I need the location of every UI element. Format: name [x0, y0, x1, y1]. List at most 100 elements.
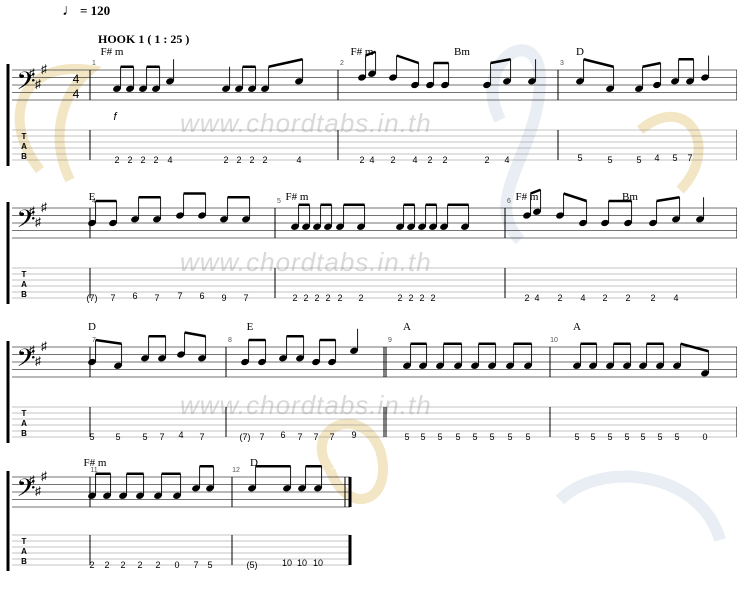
tab-fret-number: 2 — [236, 155, 241, 165]
tab-fret-number: 2 — [153, 155, 158, 165]
tab-fret-number: 4 — [296, 155, 301, 165]
measure-4: 4(7) 7 6 7 7 6 9 7 — [87, 192, 251, 303]
tab-clef-letter: B — [21, 557, 27, 566]
tab-fret-number: 2 — [137, 560, 142, 570]
tab-fret-number: 2 — [155, 560, 160, 570]
chord-name: D — [250, 457, 258, 469]
tab-fret-number: 5 — [657, 432, 662, 442]
tab-fret-number: 2 — [127, 155, 132, 165]
tab-fret-number: 5 — [115, 432, 120, 442]
chord-name: D — [576, 46, 584, 58]
note-beam — [656, 196, 680, 203]
measure-number: 10 — [550, 337, 558, 344]
measure-number: 12 — [232, 467, 240, 474]
tab-fret-number: 9 — [351, 430, 356, 440]
tab-fret-number: 2 — [325, 293, 330, 303]
tab-fret-number: 2 — [249, 155, 254, 165]
tab-fret-number: 5 — [590, 432, 595, 442]
tab-fret-number: 5 — [507, 432, 512, 442]
tab-fret-number: 2 — [223, 155, 228, 165]
tab-fret-number: 2 — [314, 293, 319, 303]
chord-name: A — [403, 321, 411, 333]
measure-10: 10 5 5 5 5 5 5 5 0 — [550, 337, 710, 442]
measure-11: 112 2 2 2 2 0 7 5 — [88, 465, 215, 570]
tab-clef-letter: T — [22, 537, 27, 546]
tab-fret-number: 5 — [624, 432, 629, 442]
watermark-swirl — [555, 470, 726, 542]
tab-fret-number: 2 — [524, 293, 529, 303]
note-beam — [563, 192, 587, 203]
tab-fret-number: 2 — [557, 293, 562, 303]
tab-clef-letter: T — [22, 132, 27, 141]
system-4: 𝄢♯♯♯TAB112 2 2 2 2 0 7 512(5) 10 10 10 — [6, 465, 352, 571]
tab-fret-number: 7 — [159, 432, 164, 442]
tab-fret-number: 7 — [297, 432, 302, 442]
tab-fret-number: 2 — [408, 293, 413, 303]
tab-fret-number: 7 — [243, 293, 248, 303]
tab-fret-number: 6 — [199, 291, 204, 301]
tab-clef-letter: A — [21, 280, 27, 289]
tab-fret-number: 6 — [280, 430, 285, 440]
chord-name: D — [88, 321, 96, 333]
chord-names: F# m F# m Bm D E F# m F# m Bm D E A A F# m D — [84, 46, 639, 469]
measure-number: 5 — [277, 198, 281, 205]
tab-clef-letter: B — [21, 152, 27, 161]
tab-fret-number: (7) — [87, 293, 98, 303]
tab-fret-number: 7 — [313, 432, 318, 442]
tab-fret-number: 7 — [687, 153, 692, 163]
key-sharp-icon: ♯ — [41, 469, 47, 483]
tab-fret-number: 7 — [154, 293, 159, 303]
tab-fret-number: 0 — [174, 560, 179, 570]
note-beam — [642, 61, 661, 68]
measure-12: 12 (5) 10 10 10 — [232, 465, 323, 570]
measure-number: 1 — [92, 60, 96, 67]
tab-clef-letter: B — [21, 429, 27, 438]
tab-fret-number: 2 — [262, 155, 267, 165]
tab-fret-number: 5 — [640, 432, 645, 442]
tab-fret-number: 2 — [390, 155, 395, 165]
measure-number: 8 — [228, 337, 232, 344]
tab-fret-number: 2 — [430, 293, 435, 303]
key-sharp-icon: ♯ — [41, 62, 47, 76]
measure-5: 52 2 2 2 2 2 2 2 2 2 — [277, 198, 470, 303]
tab-fret-number: (5) — [247, 560, 258, 570]
tab-fret-number: 2 — [140, 155, 145, 165]
tab-clef-letter: T — [22, 270, 27, 279]
key-sharp-icon: ♯ — [35, 215, 41, 229]
tab-fret-number: 4 — [369, 155, 374, 165]
tab-fret-number: 5 — [525, 432, 530, 442]
tab-fret-number: 2 — [120, 560, 125, 570]
tab-fret-number: 5 — [437, 432, 442, 442]
chord-name: F# m — [101, 46, 124, 58]
tab-fret-number: 7 — [193, 560, 198, 570]
note-beam — [396, 54, 420, 65]
tab-fret-number: 6 — [132, 291, 137, 301]
tab-clef-letter: A — [21, 547, 27, 556]
tab-fret-number: 2 — [114, 155, 119, 165]
note-beam — [583, 58, 614, 68]
tab-fret-number: 5 — [636, 155, 641, 165]
tab-fret-number: 4 — [534, 293, 539, 303]
tab-fret-number: 5 — [489, 432, 494, 442]
tab-fret-number: 2 — [419, 293, 424, 303]
tab-fret-number: 4 — [178, 430, 183, 440]
tab-fret-number: 2 — [303, 293, 308, 303]
measure-1: 12 2 2 2 4 2 2 2 2 4 — [92, 58, 304, 165]
measure-9: 9 5 5 5 5 5 5 5 5 — [388, 337, 533, 442]
chord-name: A — [573, 321, 581, 333]
tab-fret-number: 0 — [702, 432, 707, 442]
measure-3: 35 5 5 4 5 7 — [560, 55, 710, 165]
tab-fret-number: 5 — [89, 432, 94, 442]
tab-fret-number: 5 — [420, 432, 425, 442]
tab-fret-number: 2 — [359, 155, 364, 165]
key-sharp-icon: ♯ — [41, 200, 47, 214]
tab-fret-number: 5 — [142, 432, 147, 442]
tab-sheet: ♩ = 120 HOOK 1 ( 1 : 25 ) www.chordtabs.i… — [0, 0, 737, 592]
tab-clef-letter: A — [21, 419, 27, 428]
system-3: 𝄢♯♯♯TAB75 5 5 7 4 78(7) 7 6 7 7 7 995 5 5 5 5 5 5 5105 5 5 5 5… — [6, 328, 737, 443]
chord-name: F# m — [286, 191, 309, 203]
system-2: 𝄢♯♯♯TAB4(7) 7 6 7 7 6 9 752 2 2 2 2 2 2 2 2 262 4 2 4 2 2 2 4 — [6, 188, 737, 304]
tab-fret-number: 5 — [607, 155, 612, 165]
note-beam — [184, 331, 206, 338]
tab-fret-number: 10 — [297, 558, 307, 568]
